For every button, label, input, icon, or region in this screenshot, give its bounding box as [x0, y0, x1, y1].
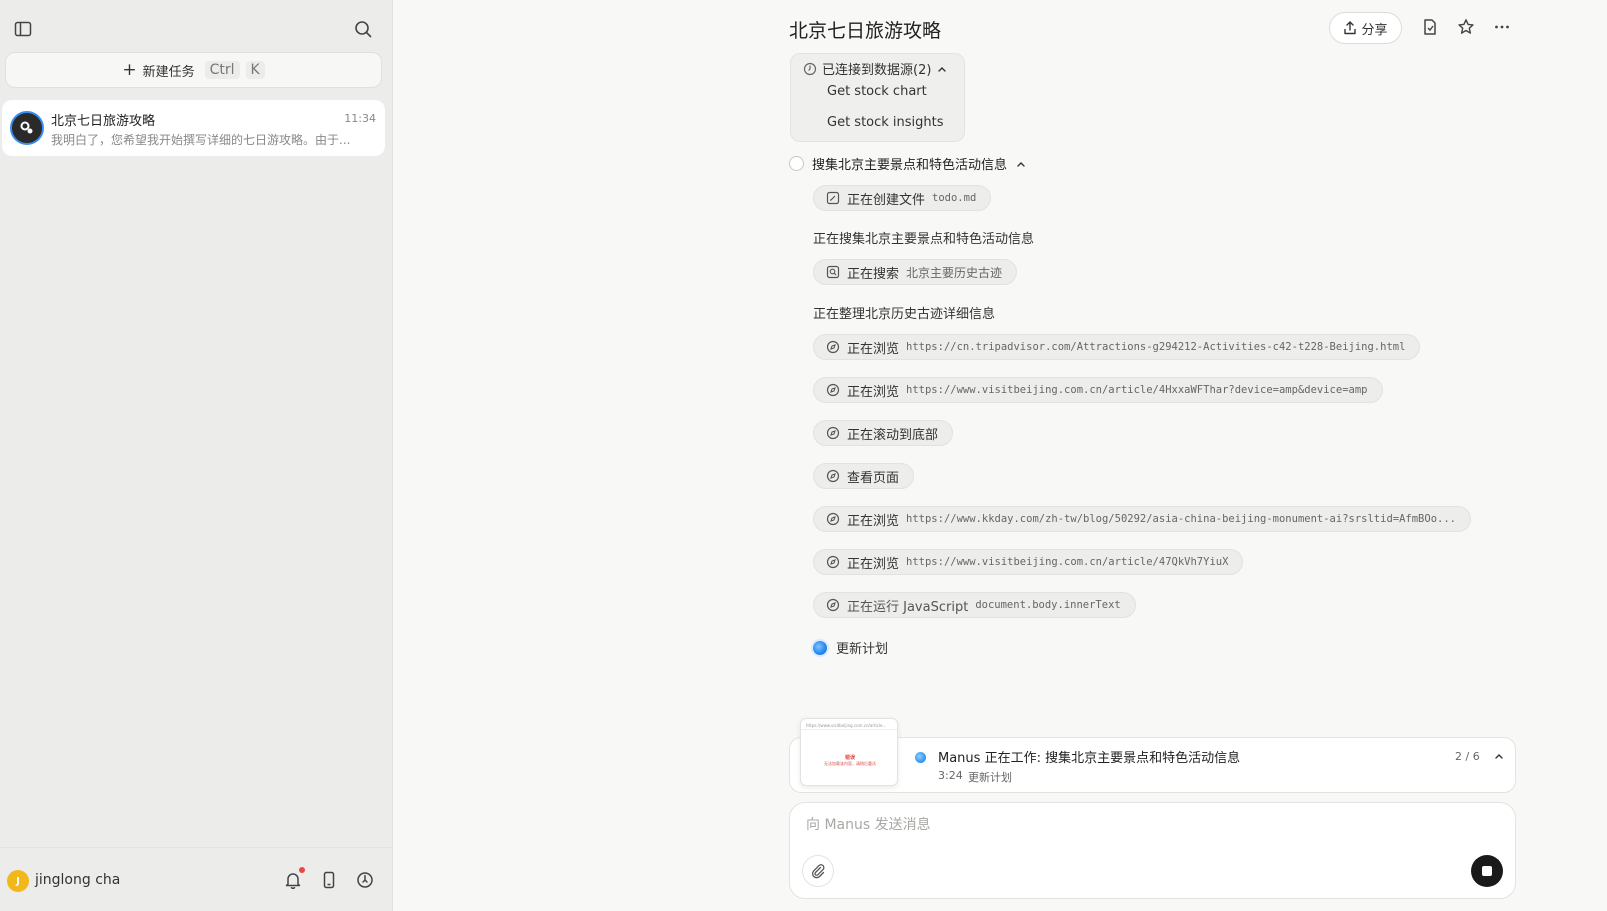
event-action: 正在运行 JavaScript	[847, 599, 969, 615]
sidebar: + 新建任务 Ctrl K 北京七日旅游攻略 11:34 我明白了，您希望我开始…	[0, 0, 393, 911]
event-arg: https://www.kkday.com/zh-tw/blog/50292/a…	[906, 513, 1456, 525]
browser-icon	[826, 426, 840, 440]
star-icon[interactable]	[1453, 14, 1479, 40]
chevron-up-icon[interactable]	[1490, 747, 1508, 765]
paperclip-icon	[811, 864, 825, 879]
step-message: 正在搜集北京主要景点和特色活动信息	[813, 232, 1035, 247]
browser-preview-thumbnail[interactable]: https://www.visitbeijing.com.cn/article.…	[800, 718, 898, 786]
message-composer	[789, 802, 1516, 899]
plug-icon[interactable]	[351, 866, 379, 894]
data-source-item[interactable]: Get stock chart	[827, 84, 927, 99]
search-icon[interactable]	[349, 15, 377, 43]
status-subtitle: 更新计划	[968, 771, 1012, 784]
page-title: 北京七日旅游攻略	[789, 20, 942, 42]
plus-icon: +	[122, 60, 137, 80]
file-icon[interactable]	[1417, 14, 1443, 40]
share-icon	[1344, 21, 1357, 35]
sidebar-header	[0, 0, 393, 56]
data-sources-toggle[interactable]: 已连接到数据源(2)	[803, 59, 948, 78]
plug-icon	[803, 62, 817, 75]
user-avatar[interactable]: J	[7, 870, 29, 892]
thumbnail-text: 无法加载该内容，请稍后重试	[824, 761, 876, 766]
attach-button[interactable]	[802, 855, 834, 887]
shortcut-k: K	[245, 61, 265, 79]
task-preview: 我明白了，您希望我开始撰写详细的七日游攻略。由于...	[51, 133, 351, 147]
step-header[interactable]: 搜集北京主要景点和特色活动信息	[789, 154, 1027, 173]
new-task-label: 新建任务	[142, 64, 195, 80]
user-name[interactable]: jinglong cha	[35, 872, 120, 888]
browser-icon	[826, 512, 840, 526]
browser-icon	[826, 340, 840, 354]
shortcut-ctrl: Ctrl	[204, 61, 240, 79]
event-arg: 北京主要历史古迹	[906, 265, 1003, 280]
stop-button[interactable]	[1471, 855, 1503, 887]
event-action: 正在浏览	[847, 341, 900, 357]
step-title: 搜集北京主要景点和特色活动信息	[812, 158, 1008, 173]
step-message: 正在整理北京历史古迹详细信息	[813, 307, 996, 322]
data-sources-panel: 已连接到数据源(2) Get stock chart Get stock ins…	[790, 53, 965, 142]
event-action: 正在浏览	[847, 513, 900, 529]
thumbnail-heading: 错误	[844, 755, 855, 761]
working-indicator-icon	[813, 640, 827, 655]
task-title: 北京七日旅游攻略	[51, 114, 156, 129]
event-action: 正在搜索	[847, 266, 900, 282]
share-label: 分享	[1361, 22, 1388, 38]
event-arg: https://cn.tripadvisor.com/Attractions-g…	[906, 341, 1406, 353]
mobile-app-icon[interactable]	[315, 866, 343, 894]
notification-dot	[299, 867, 305, 873]
sidebar-toggle-icon[interactable]	[9, 15, 37, 43]
task-list-item[interactable]: 北京七日旅游攻略 11:34 我明白了，您希望我开始撰写详细的七日游攻略。由于.…	[2, 100, 385, 156]
event-arg: todo.md	[932, 192, 977, 204]
event-action: 正在滚动到底部	[847, 427, 939, 443]
chevron-up-icon	[938, 66, 947, 72]
event-action: 正在浏览	[847, 556, 900, 572]
event-chip[interactable]: 查看页面	[813, 463, 915, 489]
event-chip[interactable]: 正在滚动到底部	[813, 420, 954, 446]
event-chip[interactable]: 正在浏览 https://www.kkday.com/zh-tw/blog/50…	[813, 506, 1471, 532]
event-arg: https://www.visitbeijing.com.cn/article/…	[906, 556, 1229, 568]
event-chip[interactable]: 正在浏览 https://www.visitbeijing.com.cn/art…	[813, 549, 1244, 575]
event-arg: https://www.visitbeijing.com.cn/article/…	[906, 384, 1368, 396]
main-panel: 北京七日旅游攻略 分享 已连接到数据源(2) Get stock chart G…	[393, 0, 1607, 911]
browser-icon	[826, 469, 840, 483]
event-action: 正在浏览	[847, 384, 900, 400]
edit-file-icon	[826, 191, 840, 205]
event-arg: document.body.innerText	[975, 599, 1121, 611]
update-plan-item: 更新计划	[813, 638, 888, 657]
stop-icon	[1482, 866, 1492, 876]
event-chip[interactable]: 正在搜索 北京主要历史古迹	[813, 259, 1018, 285]
step-status-circle	[789, 156, 804, 171]
status-progress: 2 / 6	[1455, 750, 1480, 763]
thumbnail-url-bar: https://www.visitbeijing.com.cn/article.…	[806, 723, 887, 728]
chevron-up-icon	[1017, 161, 1025, 167]
sidebar-footer: J jinglong cha	[0, 847, 393, 911]
browser-icon	[826, 555, 840, 569]
browser-icon	[826, 383, 840, 397]
share-button[interactable]: 分享	[1329, 12, 1402, 44]
message-input[interactable]	[806, 817, 1406, 833]
bell-icon[interactable]	[279, 866, 307, 894]
event-chip[interactable]: 正在运行 JavaScript document.body.innerText	[813, 592, 1136, 618]
task-time: 11:34	[344, 112, 376, 125]
event-chip[interactable]: 正在浏览 https://cn.tripadvisor.com/Attracti…	[813, 334, 1421, 360]
working-indicator-icon	[915, 752, 926, 763]
browser-icon	[826, 598, 840, 612]
event-action: 正在创建文件	[847, 192, 926, 208]
status-title: Manus 正在工作: 搜集北京主要景点和特色活动信息	[938, 751, 1241, 766]
event-chip[interactable]: 正在创建文件 todo.md	[813, 185, 992, 211]
more-icon[interactable]	[1489, 14, 1515, 40]
event-chip[interactable]: 正在浏览 https://www.visitbeijing.com.cn/art…	[813, 377, 1383, 403]
status-time: 3:24	[938, 769, 963, 782]
new-task-button[interactable]: + 新建任务 Ctrl K	[5, 52, 382, 88]
data-source-item[interactable]: Get stock insights	[827, 115, 944, 130]
update-plan-label: 更新计划	[836, 642, 889, 657]
manus-logo-icon	[10, 111, 44, 145]
search-icon	[826, 265, 840, 279]
event-action: 查看页面	[847, 470, 900, 486]
data-sources-label: 已连接到数据源(2)	[822, 63, 932, 78]
